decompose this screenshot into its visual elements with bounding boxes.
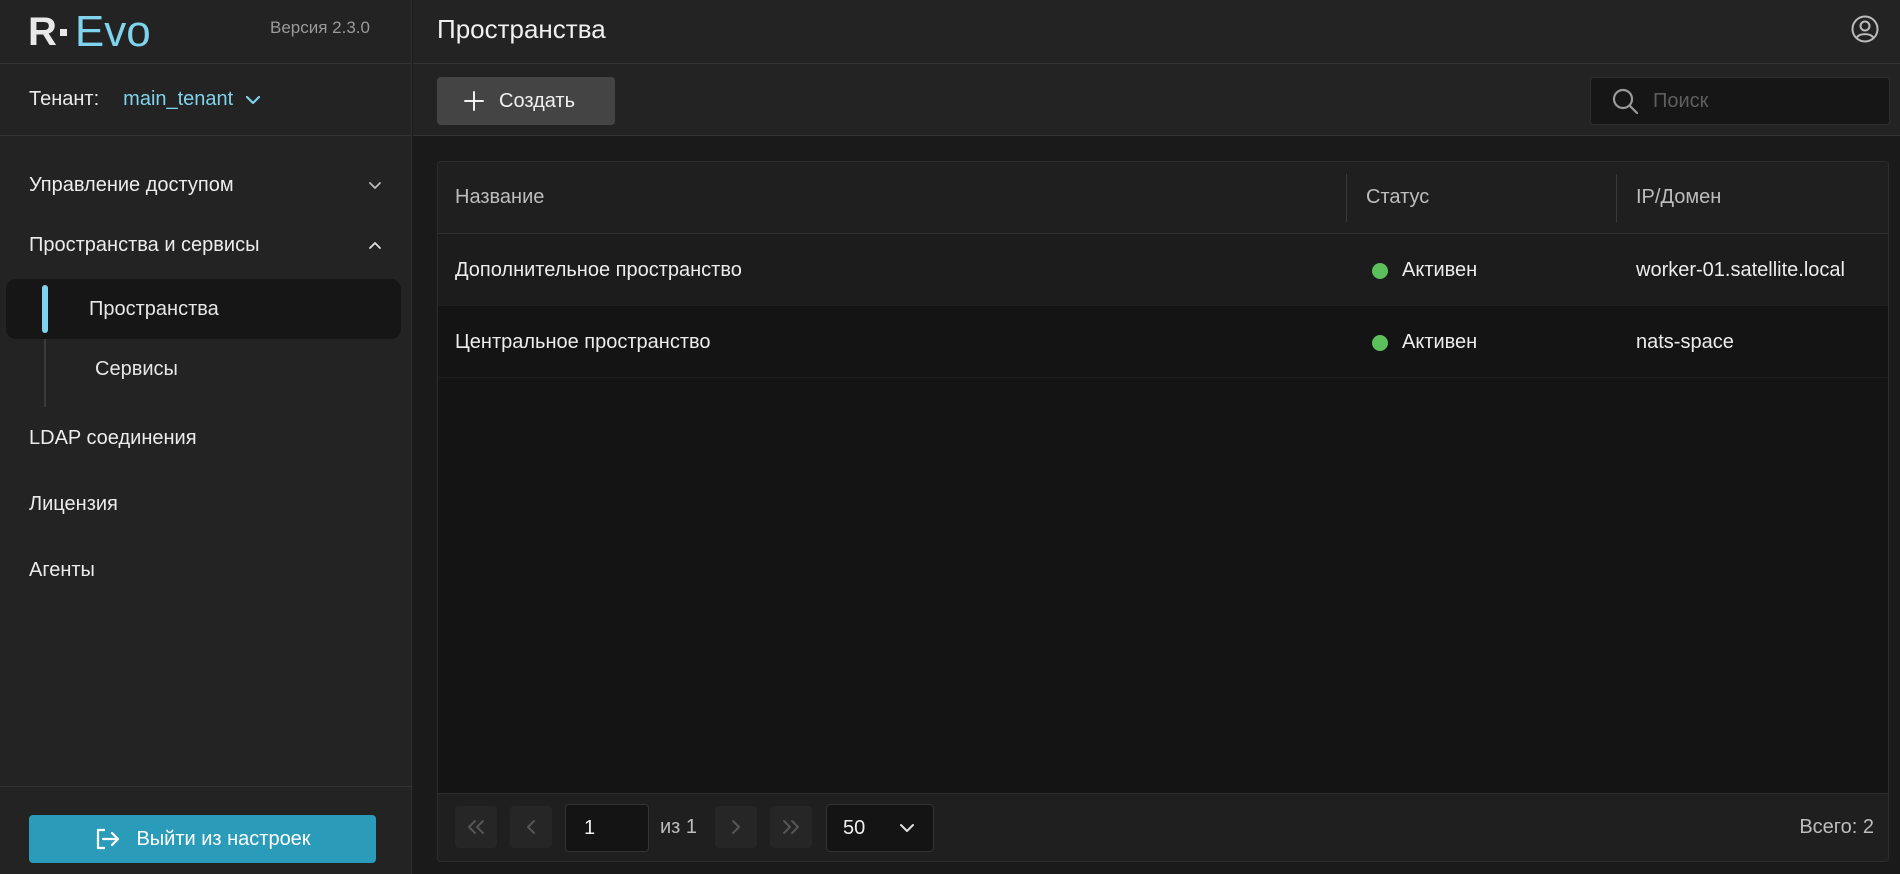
sidebar-group-spaces-services[interactable]: Пространства и сервисы — [0, 215, 412, 275]
plus-icon — [464, 91, 484, 111]
chevron-left-icon — [527, 820, 535, 834]
tenant-selector-row: Тенант: main_tenant — [0, 64, 412, 136]
cell-name: Центральное пространство — [455, 331, 711, 353]
column-separator[interactable] — [1888, 174, 1889, 222]
top-bar: Пространства — [413, 0, 1900, 64]
double-chevron-right-icon — [783, 820, 799, 834]
prev-page-button[interactable] — [510, 806, 552, 848]
page-title: Пространства — [437, 14, 606, 44]
first-page-button[interactable] — [455, 806, 497, 848]
active-indicator — [42, 285, 48, 333]
next-page-button[interactable] — [715, 806, 757, 848]
chevron-down-icon — [900, 824, 914, 832]
search-input[interactable] — [1653, 89, 1873, 113]
page-of-text: из 1 — [660, 816, 698, 838]
sidebar-item-label: Агенты — [29, 558, 95, 581]
sidebar-item-label: Лицензия — [29, 492, 118, 515]
column-header-name[interactable]: Название — [455, 186, 544, 209]
column-separator[interactable] — [1616, 174, 1617, 222]
exit-settings-button[interactable]: Выйти из настроек — [29, 815, 376, 863]
pagination: из 1 50 Всего: 2 — [438, 793, 1888, 861]
exit-icon — [97, 828, 120, 850]
sidebar-item-label: Пространства — [89, 297, 219, 320]
column-separator[interactable] — [1346, 174, 1347, 222]
tenant-value: main_tenant — [123, 88, 234, 110]
table-header: Название Статус IP/Домен — [438, 162, 1888, 234]
cell-name: Дополнительное пространство — [455, 259, 742, 281]
chevron-down-icon — [369, 181, 381, 189]
brand-bar: R Evo Версия 2.3.0 — [0, 0, 412, 64]
cell-status: Активен — [1372, 259, 1477, 282]
sidebar: R Evo Версия 2.3.0 Тенант: main_tenant У… — [0, 0, 412, 874]
page-size-value: 50 — [843, 816, 866, 839]
sidebar-item-services[interactable]: Сервисы — [6, 339, 401, 399]
sidebar-group-label: Пространства и сервисы — [29, 233, 260, 256]
status-text: Активен — [1402, 331, 1478, 353]
last-page-button[interactable] — [770, 806, 812, 848]
create-button-label: Создать — [499, 89, 576, 112]
create-button[interactable]: Создать — [437, 77, 615, 125]
sidebar-item-agents[interactable]: Агенты — [0, 537, 412, 603]
chevron-up-icon — [369, 241, 381, 249]
page-number-input[interactable] — [565, 804, 649, 852]
sidebar-group-access[interactable]: Управление доступом — [0, 155, 412, 215]
sidebar-subnav: Пространства Сервисы — [0, 275, 412, 407]
sidebar-item-label: Сервисы — [95, 357, 178, 380]
sidebar-item-label: LDAP соединения — [29, 426, 197, 449]
sidebar-footer: Выйти из настроек — [0, 786, 412, 874]
logo-r: R — [28, 10, 57, 54]
cell-status: Активен — [1372, 331, 1477, 354]
table-row[interactable]: Центральное пространство Активен nats-sp… — [438, 306, 1888, 378]
chevron-right-icon — [732, 820, 740, 834]
cell-host: worker-01.satellite.local — [1636, 259, 1845, 281]
spaces-table: Название Статус IP/Домен Дополнительное … — [437, 161, 1889, 862]
status-active-dot — [1372, 334, 1388, 351]
table-row[interactable]: Дополнительное пространство Активен work… — [438, 234, 1888, 306]
tenant-label: Тенант: — [29, 88, 100, 110]
status-text: Активен — [1402, 259, 1478, 281]
user-profile-icon[interactable] — [1850, 14, 1880, 49]
page-size-select[interactable]: 50 — [826, 804, 934, 852]
sidebar-item-ldap[interactable]: LDAP соединения — [0, 405, 412, 471]
main-content: Пространства Создать Название Статус IP/… — [413, 0, 1900, 874]
tenant-dropdown[interactable]: main_tenant — [123, 88, 261, 111]
status-active-dot — [1372, 262, 1388, 279]
sidebar-item-spaces[interactable]: Пространства — [6, 279, 401, 339]
column-header-status[interactable]: Статус — [1366, 186, 1429, 209]
app-logo[interactable]: R Evo — [28, 8, 151, 56]
total-count: Всего: 2 — [1799, 816, 1874, 838]
logo-evo: Evo — [74, 7, 151, 56]
sidebar-group-label: Управление доступом — [29, 173, 234, 196]
cell-host: nats-space — [1636, 331, 1734, 353]
chevron-down-icon — [246, 95, 261, 104]
column-header-host[interactable]: IP/Домен — [1636, 186, 1721, 209]
double-chevron-left-icon — [468, 820, 484, 834]
search-box — [1590, 77, 1890, 125]
sidebar-item-license[interactable]: Лицензия — [0, 471, 412, 537]
exit-settings-label: Выйти из настроек — [136, 827, 311, 850]
logo-dot — [59, 28, 67, 36]
search-icon — [1612, 88, 1639, 115]
sidebar-nav: Управление доступом Пространства и серви… — [0, 155, 412, 603]
toolbar: Создать — [413, 64, 1900, 136]
app-version: Версия 2.3.0 — [270, 18, 370, 37]
